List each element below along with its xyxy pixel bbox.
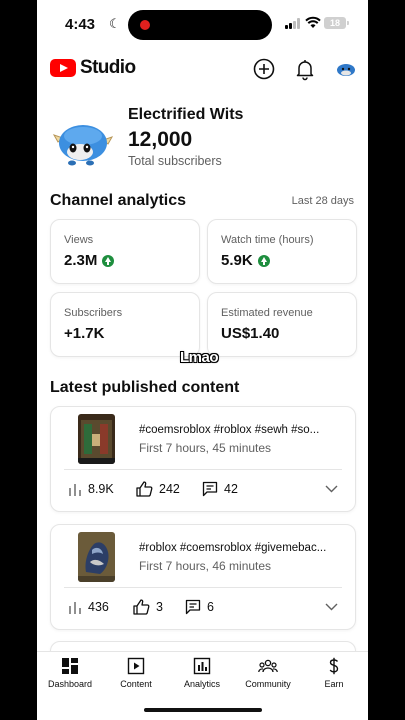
tab-label: Community bbox=[245, 679, 291, 689]
metric-card-watch-time[interactable]: Watch time (hours) 5.9K bbox=[207, 219, 357, 284]
tab-label: Content bbox=[120, 679, 152, 689]
metric-label: Estimated revenue bbox=[221, 307, 313, 319]
metric-label: Views bbox=[64, 234, 94, 246]
app-header: Studio bbox=[37, 52, 368, 86]
trend-up-icon bbox=[257, 254, 270, 267]
analytics-icon bbox=[193, 657, 211, 675]
metric-value-row: +1.7K bbox=[64, 325, 104, 342]
chevron-down-icon[interactable] bbox=[325, 603, 338, 611]
metric-value-row: 5.9K bbox=[221, 252, 270, 269]
likes-count: 242 bbox=[159, 482, 180, 496]
brand-title: Studio bbox=[80, 57, 136, 78]
content-icon bbox=[127, 657, 145, 675]
tab-content[interactable]: Content bbox=[103, 657, 169, 689]
battery-icon: 18 bbox=[324, 17, 349, 29]
video-thumbnail[interactable] bbox=[78, 532, 115, 582]
dynamic-island bbox=[128, 10, 272, 40]
video-title: #coemsroblox #roblox #sewh #so... bbox=[139, 424, 320, 436]
moon-icon: ☾ bbox=[109, 16, 121, 31]
metric-value: +1.7K bbox=[64, 325, 105, 342]
phone-screen: 4:43 ☾ 18 Studio Electrified Wits 12,000… bbox=[37, 0, 368, 720]
metric-value-row: 2.3M bbox=[64, 252, 115, 269]
comments-count: 6 bbox=[207, 600, 214, 614]
tab-label: Earn bbox=[324, 679, 344, 689]
channel-summary: Electrified Wits 12,000 Total subscriber… bbox=[37, 100, 368, 178]
metric-value: 5.9K bbox=[221, 252, 253, 269]
tab-dashboard[interactable]: Dashboard bbox=[37, 657, 103, 689]
thumbs-up-icon bbox=[136, 481, 153, 497]
video-thumbnail[interactable] bbox=[78, 414, 115, 464]
comment-icon bbox=[202, 481, 218, 497]
likes-stat: 3 bbox=[133, 599, 163, 615]
trend-up-icon bbox=[102, 254, 115, 267]
comments-stat: 6 bbox=[185, 599, 214, 615]
metric-label: Watch time (hours) bbox=[221, 234, 314, 246]
metric-card-subscribers[interactable]: Subscribers +1.7K bbox=[50, 292, 200, 357]
channel-avatar[interactable] bbox=[50, 121, 116, 167]
metric-value: US$1.40 bbox=[221, 325, 280, 342]
tab-label: Dashboard bbox=[47, 679, 93, 689]
metric-value-row: US$1.40 bbox=[221, 325, 279, 342]
likes-count: 3 bbox=[156, 600, 163, 614]
metric-card-views[interactable]: Views 2.3M bbox=[50, 219, 200, 284]
video-card[interactable]: #roblox #coemsroblox #givemebac... First… bbox=[50, 524, 356, 630]
likes-stat: 242 bbox=[136, 481, 180, 497]
channel-name: Electrified Wits bbox=[128, 106, 244, 123]
analytics-title: Channel analytics bbox=[50, 192, 187, 209]
chevron-down-icon[interactable] bbox=[325, 485, 338, 493]
overlay-caption: Lmao bbox=[180, 349, 219, 366]
views-stat: 8.9K bbox=[68, 482, 114, 496]
notifications-bell-icon[interactable] bbox=[293, 57, 317, 81]
wifi-icon bbox=[305, 16, 321, 28]
status-bar: 4:43 ☾ 18 bbox=[37, 0, 368, 48]
divider bbox=[64, 469, 342, 470]
earn-icon bbox=[329, 657, 339, 675]
views-count: 436 bbox=[88, 600, 109, 614]
video-title: #roblox #coemsroblox #givemebac... bbox=[139, 542, 327, 554]
comments-stat: 42 bbox=[202, 481, 238, 497]
metric-card-revenue[interactable]: Estimated revenue US$1.40 bbox=[207, 292, 357, 357]
tab-analytics[interactable]: Analytics bbox=[169, 657, 235, 689]
home-indicator bbox=[144, 708, 262, 712]
latest-content-title: Latest published content bbox=[50, 379, 240, 396]
bar-chart-icon bbox=[69, 484, 81, 496]
views-stat: 436 bbox=[68, 600, 109, 614]
community-icon bbox=[258, 659, 278, 673]
thumbs-up-icon bbox=[133, 599, 150, 615]
tab-community[interactable]: Community bbox=[235, 657, 301, 689]
dashboard-icon bbox=[62, 658, 78, 674]
views-count: 8.9K bbox=[88, 482, 114, 496]
subscriber-count: 12,000 bbox=[128, 128, 193, 151]
comments-count: 42 bbox=[224, 482, 238, 496]
create-plus-icon[interactable] bbox=[252, 57, 276, 81]
bar-chart-icon bbox=[69, 602, 81, 614]
tab-label: Analytics bbox=[183, 679, 220, 689]
status-time: 4:43 bbox=[65, 16, 96, 33]
divider bbox=[64, 587, 342, 588]
metric-value: 2.3M bbox=[64, 252, 98, 269]
metric-label: Subscribers bbox=[64, 307, 123, 319]
video-subtitle: First 7 hours, 46 minutes bbox=[139, 559, 272, 573]
recording-dot-icon bbox=[140, 20, 150, 30]
subscriber-label: Total subscribers bbox=[128, 154, 222, 168]
signal-icon bbox=[285, 18, 300, 29]
account-avatar[interactable] bbox=[334, 57, 358, 81]
comment-icon bbox=[185, 599, 201, 615]
tab-earn[interactable]: Earn bbox=[301, 657, 367, 689]
video-card[interactable]: #coemsroblox #roblox #sewh #so... First … bbox=[50, 406, 356, 512]
analytics-period: Last 28 days bbox=[291, 195, 354, 207]
video-subtitle: First 7 hours, 45 minutes bbox=[139, 441, 272, 455]
youtube-logo-icon bbox=[50, 59, 76, 77]
